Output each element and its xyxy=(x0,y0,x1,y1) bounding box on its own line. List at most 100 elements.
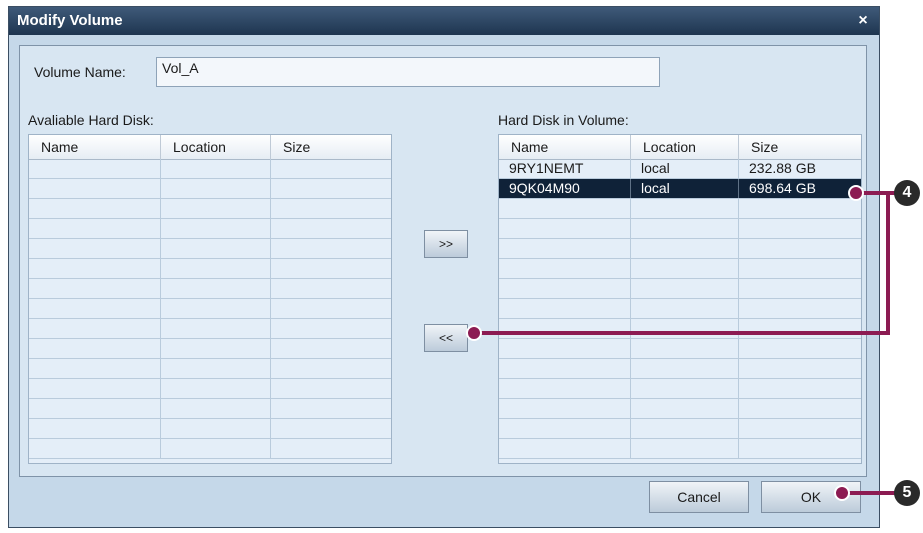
cell-size xyxy=(739,279,861,298)
callout-line xyxy=(842,491,900,495)
empty-table-row xyxy=(499,439,861,459)
cell-location xyxy=(161,339,271,358)
cell-size xyxy=(271,239,391,258)
cell-location xyxy=(161,419,271,438)
cell-name xyxy=(499,199,631,218)
add-disk-button[interactable]: >> xyxy=(424,230,468,258)
cell-name xyxy=(29,319,161,338)
empty-table-row xyxy=(499,419,861,439)
cell-name xyxy=(29,359,161,378)
title-bar: Modify Volume × xyxy=(9,7,879,35)
available-disk-label: Avaliable Hard Disk: xyxy=(28,112,154,128)
cell-size xyxy=(271,339,391,358)
cell-location xyxy=(631,259,739,278)
cell-name: 9QK04M90 xyxy=(499,179,631,198)
cell-name xyxy=(29,439,161,458)
cell-name: 9RY1NEMT xyxy=(499,159,631,178)
cell-location xyxy=(161,399,271,418)
cell-size xyxy=(271,419,391,438)
callout-line xyxy=(472,331,890,335)
cell-location xyxy=(631,199,739,218)
close-icon[interactable]: × xyxy=(853,11,873,31)
empty-table-row xyxy=(29,299,391,319)
empty-table-row xyxy=(29,319,391,339)
cell-size xyxy=(739,259,861,278)
cell-location xyxy=(631,239,739,258)
cell-location xyxy=(631,339,739,358)
cell-size xyxy=(271,299,391,318)
cell-name xyxy=(29,379,161,398)
cell-name xyxy=(499,259,631,278)
cell-name xyxy=(29,179,161,198)
cell-size xyxy=(739,339,861,358)
empty-table-row xyxy=(29,339,391,359)
cell-size xyxy=(271,319,391,338)
cell-name xyxy=(499,299,631,318)
empty-table-row xyxy=(29,399,391,419)
column-header-location[interactable]: Location xyxy=(631,135,739,159)
cell-size xyxy=(739,299,861,318)
empty-table-row xyxy=(499,359,861,379)
column-header-size[interactable]: Size xyxy=(271,135,391,159)
cell-size xyxy=(739,219,861,238)
cell-name xyxy=(499,319,631,338)
column-header-name[interactable]: Name xyxy=(29,135,161,159)
cell-size xyxy=(739,199,861,218)
cell-location xyxy=(161,439,271,458)
cell-name xyxy=(499,399,631,418)
cell-size xyxy=(739,439,861,458)
cell-location xyxy=(161,359,271,378)
cell-name xyxy=(29,339,161,358)
cell-size xyxy=(271,379,391,398)
cancel-button[interactable]: Cancel xyxy=(649,481,749,513)
empty-table-row xyxy=(29,359,391,379)
callout-dot xyxy=(848,185,864,201)
table-row[interactable]: 9QK04M90 local 698.64 GB xyxy=(499,179,861,199)
cell-name xyxy=(29,159,161,178)
column-header-location[interactable]: Location xyxy=(161,135,271,159)
volume-disk-table[interactable]: Name Location Size 9RY1NEMT local 232.88 G… xyxy=(498,134,862,464)
cell-size: 232.88 GB xyxy=(739,159,861,178)
remove-disk-button[interactable]: << xyxy=(424,324,468,352)
cell-location xyxy=(631,319,739,338)
volume-table-header: Name Location Size xyxy=(499,135,861,160)
volume-name-label: Volume Name: xyxy=(34,64,126,80)
callout-number-4: 4 xyxy=(894,180,920,206)
cell-location: local xyxy=(631,179,739,198)
empty-table-row xyxy=(29,419,391,439)
empty-table-row xyxy=(499,199,861,219)
empty-table-row xyxy=(29,239,391,259)
cell-size xyxy=(271,439,391,458)
cell-size xyxy=(739,379,861,398)
cell-size xyxy=(271,279,391,298)
cell-name xyxy=(499,439,631,458)
cell-size xyxy=(271,359,391,378)
dialog-title: Modify Volume xyxy=(17,12,123,29)
table-row[interactable]: 9RY1NEMT local 232.88 GB xyxy=(499,159,861,179)
column-header-size[interactable]: Size xyxy=(739,135,861,159)
cell-name xyxy=(499,279,631,298)
available-table-header: Name Location Size xyxy=(29,135,391,160)
modify-volume-dialog: Modify Volume × Volume Name: Vol_A Avali… xyxy=(8,6,880,528)
cell-size xyxy=(739,359,861,378)
volume-disk-label: Hard Disk in Volume: xyxy=(498,112,629,128)
cell-size xyxy=(739,319,861,338)
cell-location: local xyxy=(631,159,739,178)
available-disk-table[interactable]: Name Location Size xyxy=(28,134,392,464)
empty-table-row xyxy=(499,379,861,399)
empty-table-row xyxy=(29,199,391,219)
column-header-name[interactable]: Name xyxy=(499,135,631,159)
cell-location xyxy=(631,419,739,438)
volume-name-input[interactable]: Vol_A xyxy=(156,57,660,87)
cell-size xyxy=(739,399,861,418)
cell-name xyxy=(29,399,161,418)
cell-location xyxy=(161,159,271,178)
content-panel: Volume Name: Vol_A Avaliable Hard Disk: … xyxy=(19,45,867,477)
cell-location xyxy=(161,319,271,338)
cell-name xyxy=(499,379,631,398)
cell-name xyxy=(29,219,161,238)
empty-table-row xyxy=(29,279,391,299)
empty-table-row xyxy=(29,159,391,179)
cell-location xyxy=(631,279,739,298)
cell-location xyxy=(161,239,271,258)
